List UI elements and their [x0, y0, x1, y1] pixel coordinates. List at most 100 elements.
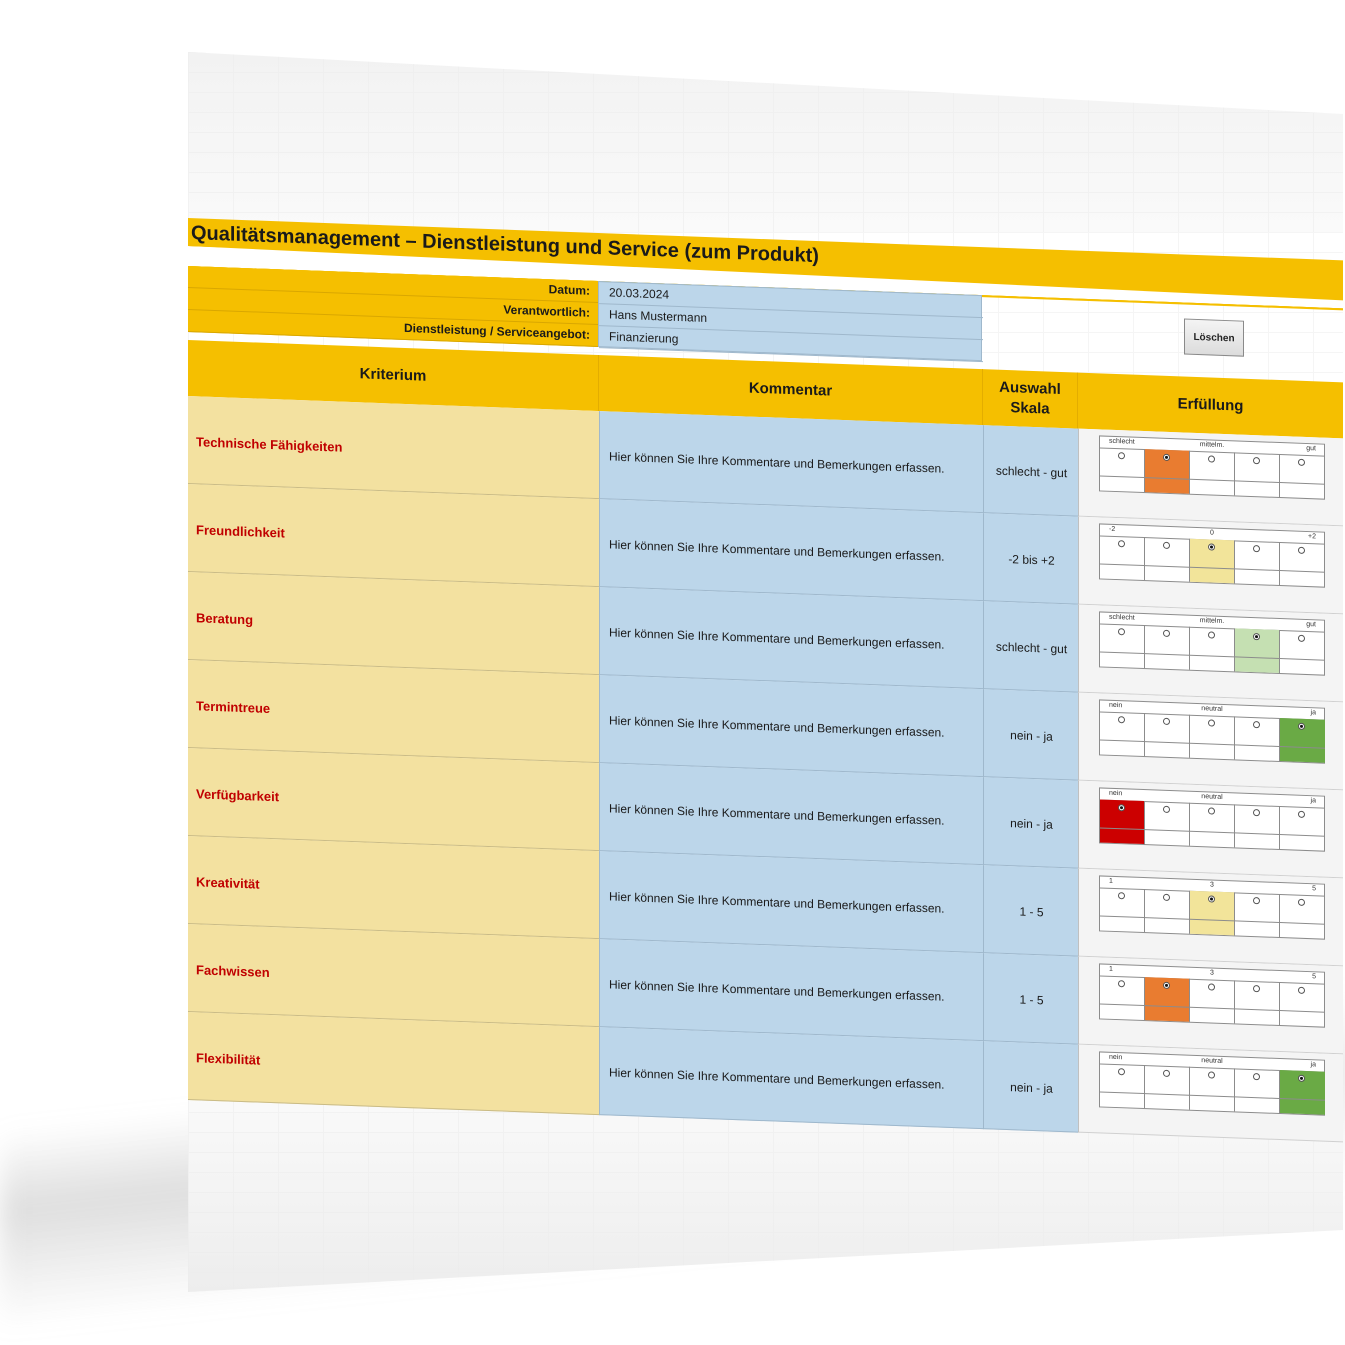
loeschen-button[interactable]: Löschen — [1184, 318, 1244, 357]
rating-option[interactable] — [1235, 628, 1280, 674]
radio-button[interactable] — [1118, 804, 1125, 812]
radio-button[interactable] — [1118, 980, 1125, 988]
rating-option[interactable] — [1190, 714, 1235, 760]
rating-option[interactable] — [1190, 450, 1235, 496]
skala-cell[interactable]: -2 bis +2 — [983, 513, 1078, 605]
radio-button[interactable] — [1163, 717, 1170, 726]
rating-option[interactable] — [1280, 454, 1325, 499]
rating-option[interactable] — [1190, 538, 1235, 584]
radio-button[interactable] — [1253, 457, 1260, 465]
rating-option[interactable] — [1100, 711, 1145, 757]
rating-option[interactable] — [1145, 537, 1190, 582]
radio-button[interactable] — [1253, 809, 1260, 817]
radio-button[interactable] — [1208, 543, 1215, 551]
rating-option[interactable] — [1100, 535, 1145, 581]
rating-option[interactable] — [1145, 977, 1190, 1022]
rating-option[interactable] — [1235, 892, 1280, 938]
rating-option[interactable] — [1280, 894, 1325, 939]
rating-option[interactable] — [1190, 1066, 1235, 1112]
rating-option[interactable] — [1100, 447, 1145, 493]
radio-button[interactable] — [1118, 716, 1125, 724]
radio-button[interactable] — [1253, 545, 1260, 553]
rating-option[interactable] — [1190, 626, 1235, 672]
radio-button[interactable] — [1118, 540, 1125, 548]
rating-option[interactable] — [1235, 452, 1280, 498]
rating-option[interactable] — [1280, 542, 1325, 587]
radio-button[interactable] — [1298, 810, 1305, 818]
skala-cell[interactable]: schlecht - gut — [983, 601, 1078, 693]
rating-option[interactable] — [1100, 887, 1145, 933]
radio-button[interactable] — [1163, 629, 1170, 638]
radio-button[interactable] — [1298, 986, 1305, 994]
skala-cell[interactable]: 1 - 5 — [983, 865, 1078, 957]
radio-button[interactable] — [1208, 807, 1215, 815]
radio-button[interactable] — [1208, 631, 1215, 639]
rating-option[interactable] — [1145, 1065, 1190, 1110]
kommentar-cell[interactable]: Hier können Sie Ihre Kommentare und Beme… — [599, 939, 983, 1042]
skala-cell[interactable]: nein - ja — [983, 1041, 1078, 1133]
radio-button[interactable] — [1253, 721, 1260, 729]
kommentar-cell[interactable]: Hier können Sie Ihre Kommentare und Beme… — [599, 411, 983, 514]
radio-button[interactable] — [1253, 633, 1260, 641]
radio-button[interactable] — [1298, 634, 1305, 642]
radio-button[interactable] — [1208, 1071, 1215, 1079]
radio-button[interactable] — [1163, 1069, 1170, 1078]
radio-button[interactable] — [1118, 1068, 1125, 1076]
radio-button[interactable] — [1208, 455, 1215, 463]
kommentar-cell[interactable]: Hier können Sie Ihre Kommentare und Beme… — [599, 675, 983, 778]
rating-option[interactable] — [1235, 716, 1280, 762]
radio-button[interactable] — [1298, 1074, 1305, 1082]
radio-button[interactable] — [1298, 898, 1305, 906]
radio-button[interactable] — [1208, 719, 1215, 727]
rating-option[interactable] — [1100, 1063, 1145, 1109]
rating-option[interactable] — [1100, 799, 1145, 845]
skala-cell[interactable]: nein - ja — [983, 777, 1078, 869]
rating-option[interactable] — [1235, 540, 1280, 586]
rating-option[interactable] — [1235, 1068, 1280, 1114]
radio-button[interactable] — [1298, 458, 1305, 466]
skala-cell[interactable]: 1 - 5 — [983, 953, 1078, 1045]
skala-cell[interactable]: nein - ja — [983, 689, 1078, 781]
rating-option[interactable] — [1145, 801, 1190, 846]
rating-option[interactable] — [1190, 802, 1235, 848]
rating-option[interactable] — [1235, 980, 1280, 1026]
rating-option[interactable] — [1280, 718, 1325, 763]
rating-option[interactable] — [1280, 630, 1325, 675]
rating-option[interactable] — [1190, 978, 1235, 1024]
radio-button[interactable] — [1163, 541, 1170, 550]
skala-cell[interactable]: schlecht - gut — [983, 425, 1078, 517]
rating-option[interactable] — [1280, 1070, 1325, 1115]
kommentar-cell[interactable]: Hier können Sie Ihre Kommentare und Beme… — [599, 763, 983, 866]
rating-option[interactable] — [1235, 804, 1280, 850]
radio-button[interactable] — [1163, 893, 1170, 902]
radio-button[interactable] — [1298, 546, 1305, 554]
kommentar-cell[interactable]: Hier können Sie Ihre Kommentare und Beme… — [599, 587, 983, 690]
radio-button[interactable] — [1118, 452, 1125, 460]
radio-button[interactable] — [1163, 981, 1170, 990]
kommentar-cell[interactable]: Hier können Sie Ihre Kommentare und Beme… — [599, 1027, 983, 1130]
cell-divider — [1100, 1003, 1144, 1007]
rating-scale: neutral nein ja — [1099, 787, 1325, 852]
radio-button[interactable] — [1208, 895, 1215, 903]
rating-option[interactable] — [1190, 890, 1235, 936]
rating-option[interactable] — [1145, 449, 1190, 494]
radio-button[interactable] — [1163, 805, 1170, 814]
radio-button[interactable] — [1118, 628, 1125, 636]
rating-option[interactable] — [1280, 982, 1325, 1027]
radio-button[interactable] — [1253, 985, 1260, 993]
kommentar-cell[interactable]: Hier können Sie Ihre Kommentare und Beme… — [599, 499, 983, 602]
radio-button[interactable] — [1163, 453, 1170, 462]
info-values: 20.03.2024 Hans Mustermann Finanzierung — [598, 281, 983, 363]
kommentar-cell[interactable]: Hier können Sie Ihre Kommentare und Beme… — [599, 851, 983, 954]
rating-option[interactable] — [1100, 623, 1145, 669]
rating-option[interactable] — [1145, 625, 1190, 670]
radio-button[interactable] — [1208, 983, 1215, 991]
radio-button[interactable] — [1298, 722, 1305, 730]
radio-button[interactable] — [1253, 1073, 1260, 1081]
radio-button[interactable] — [1118, 892, 1125, 900]
rating-option[interactable] — [1145, 713, 1190, 758]
rating-option[interactable] — [1100, 975, 1145, 1021]
rating-option[interactable] — [1280, 806, 1325, 851]
rating-option[interactable] — [1145, 889, 1190, 934]
radio-button[interactable] — [1253, 897, 1260, 905]
